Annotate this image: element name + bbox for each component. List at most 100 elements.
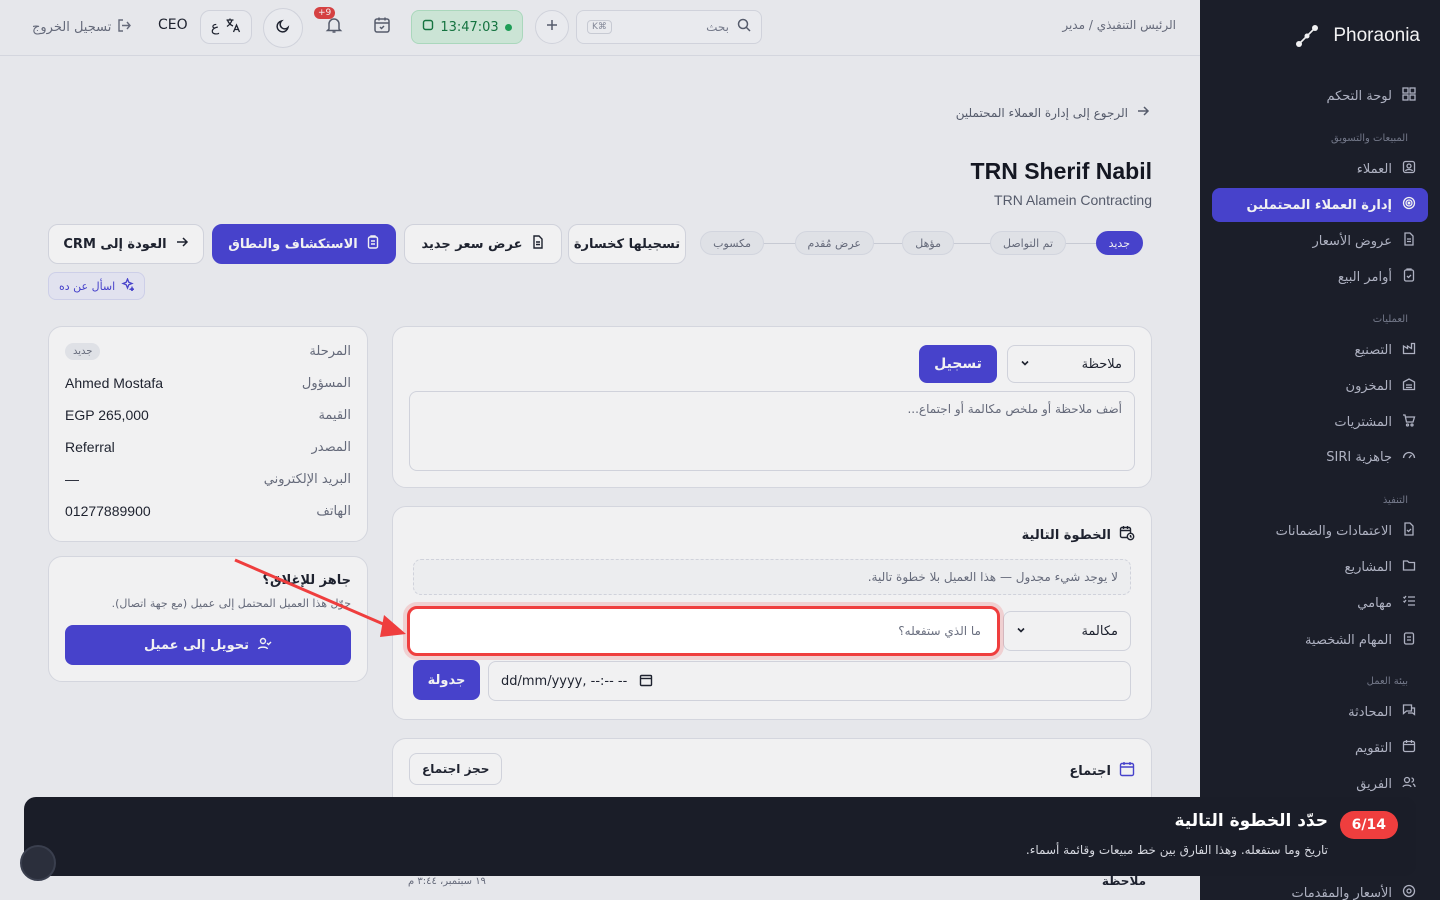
ask-ai-label: اسأل عن ده [59,279,116,293]
sidebar-item-approvals[interactable]: الاعتمادات والضمانات [1212,514,1428,548]
back-to-crm-button[interactable]: العودة إلى CRM [48,224,204,264]
help-bubble-button[interactable] [20,845,56,881]
detail-row: المسؤول Ahmed Mostafa [65,375,351,391]
sidebar-item-label: الاعتمادات والضمانات [1275,523,1392,539]
ask-ai-button[interactable]: اسأل عن ده [48,272,146,300]
logout-link[interactable]: تسجيل الخروج [32,18,132,37]
checklist-icon [1402,594,1416,612]
detail-row: المصدر Referral [65,439,351,455]
theme-toggle[interactable] [263,8,303,48]
add-button[interactable] [535,10,569,44]
sidebar-item-inventory[interactable]: المخزون [1212,369,1428,403]
detail-value: EGP 265,000 [65,407,149,423]
meeting-title: اجتماع [1069,763,1111,779]
sidebar-item-sales-orders[interactable]: أوامر البيع [1212,260,1428,294]
stage-qualified[interactable]: مؤهل [902,231,954,255]
sidebar-item-label: العملاء [1356,161,1392,177]
search-input[interactable]: بحث K⌘ [576,10,762,44]
stage-quoted[interactable]: عرض مُقدم [794,231,874,255]
detail-key: الهاتف [316,503,351,519]
folder-icon [1402,558,1416,576]
next-step-type-select[interactable]: مكالمة [1003,611,1131,651]
sidebar-item-chat[interactable]: المحادثة [1212,695,1428,729]
sidebar-item-purchases[interactable]: المشتريات [1212,405,1428,439]
document-icon [531,235,545,253]
detail-value: Ahmed Mostafa [65,375,164,391]
plus-icon [545,18,559,36]
calendar-icon [373,16,391,38]
chat-icon [1402,703,1416,721]
tour-title: حدّد الخطوة التالية [1174,811,1328,831]
next-step-type-value: مكالمة [1081,623,1118,639]
sidebar-item-team[interactable]: الفريق [1212,767,1428,801]
sidebar-item-label: أوامر البيع [1337,269,1392,285]
brand-logo-icon [1293,22,1321,50]
mark-lost-button[interactable]: تسجيلها كخسارة [568,224,686,264]
note-type-value: ملاحظة [1081,356,1122,372]
detail-key: المسؤول [301,375,351,391]
note-composer-card: ملاحظة تسجيل أضف ملاحظة أو ملخص مكالمة أ… [392,326,1152,488]
dashboard-icon [1402,87,1416,105]
document-icon [1402,232,1416,250]
logout-icon [117,18,132,37]
gauge-icon [1402,448,1416,466]
book-meeting-button[interactable]: حجز اجتماع [409,753,503,785]
file-check-icon [1402,522,1416,540]
sidebar-section-sales: المبيعات والتسويق [1331,133,1408,144]
brand[interactable]: Phoraonia [1293,22,1420,50]
top-bar: الرئيس التنفيذي / مدير بحث K⌘ 13:47:03 +… [0,0,1200,56]
sidebar-section-execution: التنفيذ [1382,495,1408,506]
session-clock[interactable]: 13:47:03 [411,10,523,44]
cart-icon [1402,413,1416,431]
next-step-title: الخطوة التالية [1021,527,1111,543]
sidebar-item-label: لوحة التحكم [1326,88,1392,104]
sidebar-item-calendar[interactable]: التقويم [1212,731,1428,765]
user-role: CEO [158,17,188,33]
sidebar-item-label: إدارة العملاء المحتملين [1246,197,1392,213]
new-quote-label: عرض سعر جديد [421,236,523,252]
sidebar-item-leads[interactable]: إدارة العملاء المحتملين [1212,188,1428,222]
sidebar-item-dashboard[interactable]: لوحة التحكم [1212,79,1428,113]
sidebar-item-label: المهام الشخصية [1305,632,1392,648]
back-link-label: الرجوع إلى إدارة العملاء المحتملين [955,105,1128,120]
sidebar-item-customers[interactable]: العملاء [1212,152,1428,186]
sidebar-item-label: الفريق [1356,776,1392,792]
detail-value: 01277889900 [65,503,151,519]
new-quote-button[interactable]: عرض سعر جديد [404,224,562,264]
next-step-what-input[interactable]: ما الذي ستفعله؟ [407,606,1000,656]
note-textarea[interactable]: أضف ملاحظة أو ملخص مكالمة أو اجتماع... [409,391,1135,471]
stage-new[interactable]: جديد [1095,231,1143,255]
stage-contacted[interactable]: تم التواصل [989,231,1066,255]
sidebar-item-pricing[interactable]: الأسعار والمقدمات [1212,876,1428,900]
language-toggle[interactable]: ع [200,10,252,44]
meeting-header: اجتماع [1069,761,1135,781]
sidebar-item-label: المحادثة [1348,704,1392,720]
sidebar-item-siri-readiness[interactable]: جاهزية SIRI [1212,440,1428,474]
note-type-select[interactable]: ملاحظة [1007,345,1135,383]
log-note-button[interactable]: تسجيل [919,345,997,383]
search-icon [737,18,751,36]
sidebar-section-workspace: بيئة العمل [1366,676,1408,687]
sidebar-item-label: التقويم [1354,740,1392,756]
note-placeholder: أضف ملاحظة أو ملخص مكالمة أو اجتماع... [907,402,1122,416]
detail-row: القيمة EGP 265,000 [65,407,351,423]
tour-description: تاريخ وما ستفعله. وهذا الفارق بين خط مبي… [1025,843,1328,857]
discovery-scope-button[interactable]: الاستكشاف والنطاق [212,224,396,264]
schedule-button[interactable]: جدولة [413,660,480,700]
back-to-leads-link[interactable]: الرجوع إلى إدارة العملاء المحتملين [956,104,1150,121]
sidebar-item-manufacturing[interactable]: التصنيع [1212,333,1428,367]
sidebar-item-label: المخزون [1345,378,1392,394]
page-title: TRN Sherif Nabil [970,158,1152,184]
customers-icon [1402,160,1416,178]
sidebar-item-projects[interactable]: المشاريع [1212,550,1428,584]
detail-value: — [65,471,79,487]
sidebar-item-quotes[interactable]: عروض الأسعار [1212,224,1428,258]
sidebar-item-my-tasks[interactable]: مهامي [1212,586,1428,620]
stage-badge: جديد [65,343,101,360]
sidebar-item-personal-tasks[interactable]: المهام الشخصية [1212,623,1428,657]
calendar-button[interactable] [365,10,399,44]
next-step-datetime-input[interactable]: dd/mm/yyyy, --:-- -- [488,661,1131,701]
datetime-placeholder: dd/mm/yyyy, --:-- -- [501,673,628,689]
stage-won[interactable]: مكسوب [700,231,764,255]
clipboard-icon [1402,631,1416,649]
